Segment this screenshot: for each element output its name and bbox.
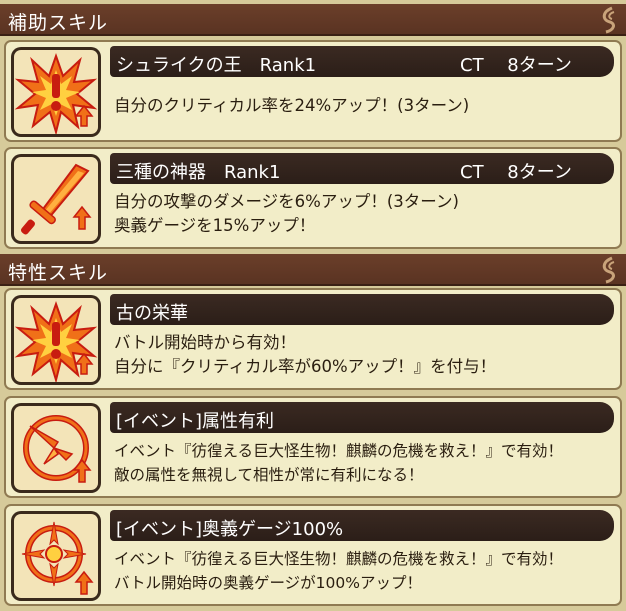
skill-name-bar: 古の栄華 [110, 294, 614, 325]
skill-icon-frame [11, 511, 101, 601]
desc-line: 奥義ゲージを15%アップ！ [114, 216, 316, 235]
skill-name-bar: 三種の神器 Rank1 CT 8ターン [110, 153, 614, 184]
skill-icon-frame [11, 154, 101, 244]
skill-name-bar: シュライクの王 Rank1 CT 8ターン [110, 46, 614, 77]
burst-exclaim-icon [14, 52, 98, 134]
skill-card[interactable]: 古の栄華 バトル開始時から有効！ 自分に『クリティカル率が60%アップ！』を付与… [4, 288, 622, 390]
skill-card[interactable]: シュライクの王 Rank1 CT 8ターン 自分のクリティカル率を24%アップ！… [4, 40, 622, 142]
skill-name-bar: [イベント]属性有利 [110, 402, 614, 433]
desc-line: バトル開始時から有効！ [114, 333, 296, 352]
skill-name: 三種の神器 Rank1 [116, 162, 281, 183]
skill-name: [イベント]属性有利 [116, 411, 275, 432]
gauge-up-icon [21, 521, 94, 595]
skill-cooldown: CT 8ターン [460, 55, 572, 76]
skill-description: イベント『彷徨える巨大怪生物！麒麟の危機を救え！』で有効！ 敵の属性を無視して相… [114, 439, 612, 487]
skill-description: バトル開始時から有効！ 自分に『クリティカル率が60%アップ！』を付与！ [114, 331, 612, 379]
skill-card[interactable]: [イベント]属性有利 イベント『彷徨える巨大怪生物！麒麟の危機を救え！』で有効！… [4, 396, 622, 498]
skill-cooldown: CT 8ターン [460, 162, 572, 183]
desc-line: 敵の属性を無視して相性が常に有利になる！ [114, 466, 424, 484]
desc-line: バトル開始時の奥義ゲージが100%アップ！ [114, 574, 422, 592]
skill-name: [イベント]奥義ゲージ100% [116, 519, 344, 540]
skill-icon-frame [11, 47, 101, 137]
support-skills-header: 補助スキル [0, 4, 626, 36]
trait-skills-header: 特性スキル [0, 254, 626, 286]
scroll-curl-icon [602, 256, 615, 284]
burst-exclaim-icon [14, 300, 98, 382]
skill-icon-frame [11, 403, 101, 493]
element-advantage-icon [23, 415, 92, 483]
desc-line: 自分に『クリティカル率が60%アップ！』を付与！ [114, 357, 497, 376]
scroll-curl-icon [602, 6, 615, 34]
sword-up-icon [21, 163, 92, 235]
skill-description: 自分のクリティカル率を24%アップ！(3ターン) [114, 94, 612, 118]
desc-line: 自分の攻撃のダメージを6%アップ！(3ターン) [114, 192, 459, 211]
skill-name: 古の栄華 [116, 303, 188, 324]
skill-description: 自分の攻撃のダメージを6%アップ！(3ターン) 奥義ゲージを15%アップ！ [114, 190, 612, 238]
skill-description: イベント『彷徨える巨大怪生物！麒麟の危機を救え！』で有効！ バトル開始時の奥義ゲ… [114, 547, 612, 595]
skill-icon-frame [11, 295, 101, 385]
skill-name: シュライクの王 Rank1 [116, 55, 317, 76]
skill-name-bar: [イベント]奥義ゲージ100% [110, 510, 614, 541]
desc-line: イベント『彷徨える巨大怪生物！麒麟の危機を救え！』で有効！ [114, 442, 564, 460]
section-title: 特性スキル [8, 262, 109, 284]
skill-card[interactable]: 三種の神器 Rank1 CT 8ターン 自分の攻撃のダメージを6%アップ！(3タ… [4, 147, 622, 249]
section-title: 補助スキル [8, 12, 109, 34]
desc-line: イベント『彷徨える巨大怪生物！麒麟の危機を救え！』で有効！ [114, 550, 564, 568]
skill-card[interactable]: [イベント]奥義ゲージ100% イベント『彷徨える巨大怪生物！麒麟の危機を救え！… [4, 504, 622, 606]
desc-line: 自分のクリティカル率を24%アップ！(3ターン) [114, 96, 470, 115]
